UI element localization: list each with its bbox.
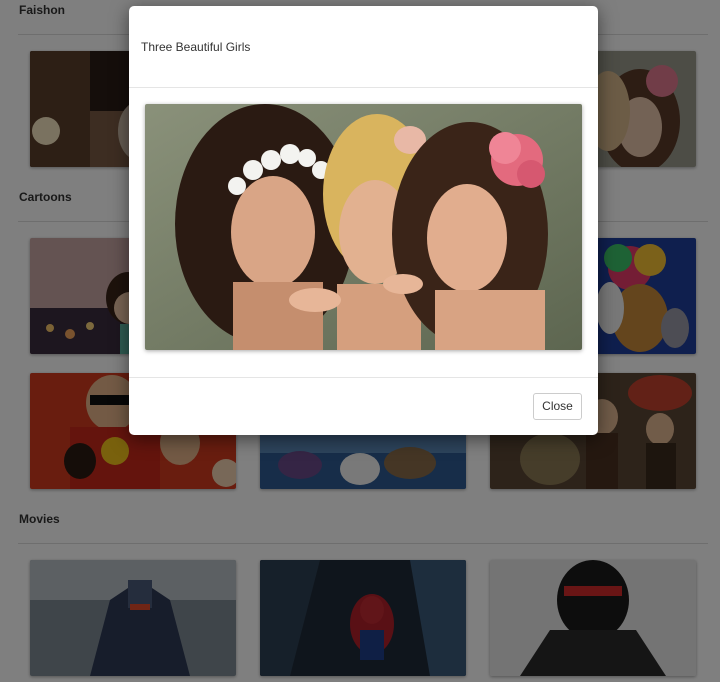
modal-header: Three Beautiful Girls bbox=[129, 6, 598, 88]
image-modal: Three Beautiful Girls Close bbox=[129, 6, 598, 435]
close-button[interactable]: Close bbox=[533, 393, 582, 420]
modal-title: Three Beautiful Girls bbox=[141, 40, 251, 54]
modal-image bbox=[145, 104, 582, 350]
modal-footer-divider bbox=[129, 377, 598, 378]
